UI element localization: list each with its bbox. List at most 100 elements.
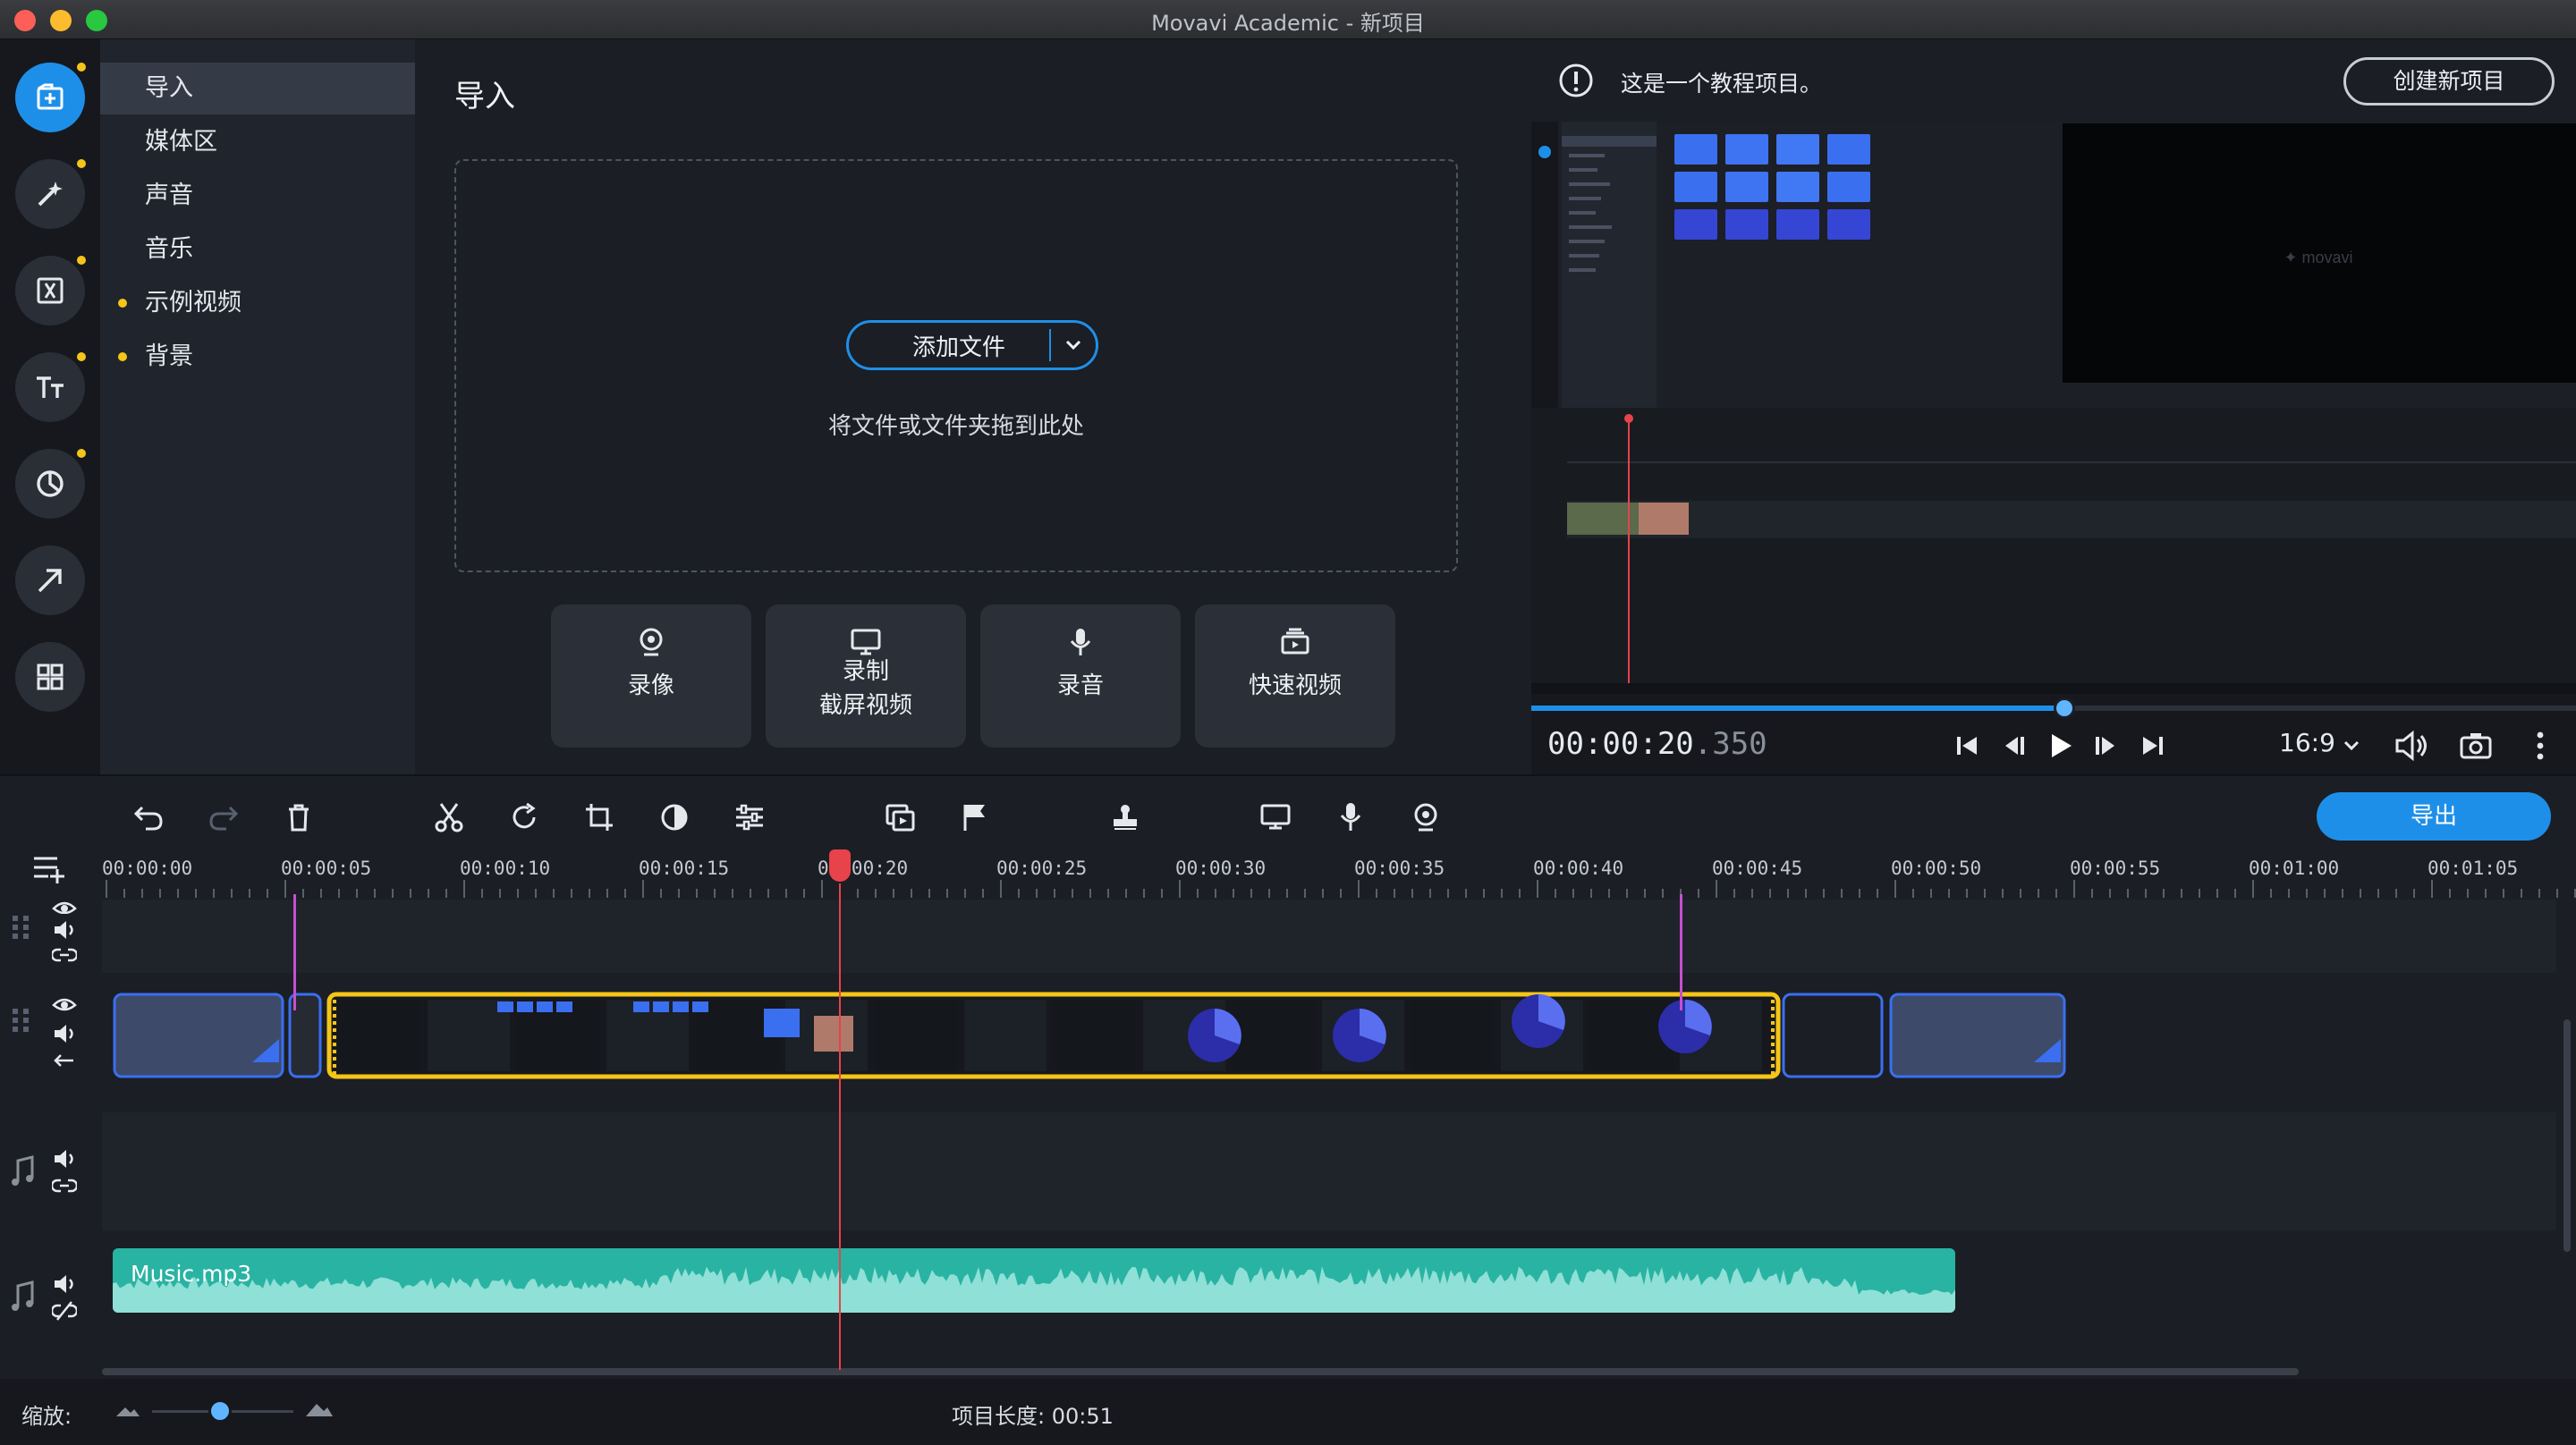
more-tools-button[interactable] [15,642,85,712]
record-audio-button[interactable]: 录音 [980,604,1181,748]
skip-to-start-icon[interactable] [1950,729,1984,763]
screen-capture-button[interactable]: 录制 截屏视频 [766,604,966,748]
drop-hint: 将文件或文件夹拖到此处 [827,413,1084,440]
time-ruler[interactable]: 00:00:00 00:00:05 00:00:10 00:00:15 00:00:20… [102,857,2576,900]
import-tool-button[interactable] [15,63,85,132]
redo-button[interactable] [204,798,243,837]
add-files-button[interactable]: 添加文件 [846,320,1098,370]
voiceover-button[interactable] [1331,798,1370,837]
marker-line [293,894,296,1010]
title-bar: Movavi Academic - 新项目 [0,0,2576,39]
zoom-label: 缩放: [21,1404,72,1429]
next-frame-icon[interactable] [2089,729,2123,763]
add-marker-button[interactable] [955,798,995,837]
clip-properties-button[interactable] [730,798,769,837]
add-track-icon[interactable] [30,849,70,885]
crop-button[interactable] [580,798,619,837]
timeline: 导出 00:00:00 00:00:05 00:00:10 00:00:15 00:00… [0,774,2576,1445]
tool-sidebar [0,39,100,774]
quick-video-icon [1281,628,1309,655]
info-icon [1559,63,1593,97]
ripple-icon[interactable] [52,1050,77,1071]
preview-scrubber[interactable] [1531,697,2576,719]
stamp-icon [1114,805,1137,830]
import-panel: 导入 添加文件 将文件或文件夹拖到此处 录像 录制 截屏视频 录音 快速视频 [415,39,1531,774]
stickers-icon [37,470,64,497]
create-new-project-button[interactable]: 创建新项目 [2343,57,2555,106]
volume-icon[interactable] [2392,726,2431,765]
rotate-button[interactable] [504,798,544,837]
panel-title: 导入 [454,79,515,114]
rotate-icon [513,802,536,829]
ruler-ticks: 00:00:00 00:00:05 00:00:10 00:00:15 00:00:20… [102,858,2576,898]
visibility-icon[interactable] [52,996,77,1014]
webcam-icon [1414,803,1437,832]
transitions-tool-button[interactable] [15,256,85,325]
nav-item-sounds[interactable]: 声音 [100,170,415,222]
aspect-ratio-select[interactable]: 16:9 [2279,728,2360,757]
timeline-horizontal-scrollbar[interactable] [102,1368,2299,1375]
stabilize-button[interactable] [880,798,919,837]
trash-icon [289,804,309,832]
nav-item-sample-videos[interactable]: 示例视频 [100,277,415,329]
import-icon [37,83,64,110]
mute-track-icon[interactable] [52,1148,77,1170]
ruler-tick-label: 00:01:05 [2428,858,2518,879]
export-button[interactable]: 导出 [2317,792,2551,841]
drag-handle-icon[interactable] [11,912,34,942]
split-button[interactable] [429,798,469,837]
playback-time: 00:00:20.350 [1547,726,1767,762]
audio-clip[interactable]: Music.mp3 [113,1248,1955,1313]
unlink-icon[interactable] [52,1300,77,1322]
mute-track-icon[interactable] [52,1273,77,1295]
timeline-vertical-scrollbar[interactable] [2563,1019,2571,1252]
quick-video-button[interactable]: 快速视频 [1195,604,1395,748]
ruler-tick-label: 00:00:10 [460,858,550,879]
effects-tool-button[interactable] [15,159,85,229]
tutorial-notice: 这是一个教程项目。 创建新项目 [1531,39,2576,122]
nav-item-import[interactable]: 导入 [100,63,415,114]
scissors-icon [435,803,463,832]
chevron-down-icon[interactable] [1051,339,1096,351]
play-icon[interactable] [2043,729,2077,763]
record-video-button[interactable]: 录像 [551,604,751,748]
music-note-icon [12,1280,34,1311]
more-options-icon[interactable] [2531,728,2549,764]
webcam-record-button[interactable] [1406,798,1445,837]
delete-button[interactable] [279,798,318,837]
stickers-tool-button[interactable] [15,449,85,519]
undo-button[interactable] [129,798,168,837]
stabilize-icon [886,804,915,832]
drop-zone[interactable]: 添加文件 将文件或文件夹拖到此处 [454,159,1458,572]
link-icon[interactable] [52,944,77,966]
callouts-icon [38,569,62,593]
drag-handle-icon[interactable] [11,1005,34,1035]
transition-clip[interactable] [1782,993,1884,1078]
import-category-list: 导入 媒体区 声音 音乐 示例视频 背景 [100,39,415,774]
title-clip[interactable] [1889,993,2066,1078]
visibility-icon[interactable] [52,900,77,914]
mute-track-icon[interactable] [52,919,77,941]
notice-text: 这是一个教程项目。 [1621,71,1823,97]
titles-tool-button[interactable] [15,352,85,422]
title-clip[interactable] [113,993,284,1078]
nav-item-media-bin[interactable]: 媒体区 [100,116,415,168]
nav-item-music[interactable]: 音乐 [100,224,415,275]
playhead-handle[interactable] [829,849,851,882]
audio-clip-name: Music.mp3 [131,1261,252,1287]
previous-frame-icon[interactable] [1996,729,2030,763]
more-tools-icon [37,663,64,690]
zoom-in-icon[interactable] [304,1399,335,1420]
watermark-button[interactable] [1106,798,1145,837]
mute-track-icon[interactable] [52,1023,77,1044]
screen-recording-button[interactable] [1256,798,1295,837]
snapshot-icon[interactable] [2458,728,2494,764]
skip-to-end-icon[interactable] [2136,729,2170,763]
callouts-tool-button[interactable] [15,545,85,615]
zoom-out-icon[interactable] [114,1400,141,1420]
zoom-slider-thumb[interactable] [208,1399,232,1423]
color-adjust-button[interactable] [655,798,694,837]
link-icon[interactable] [52,1175,77,1196]
nav-item-backgrounds[interactable]: 背景 [100,331,415,383]
video-clips[interactable] [102,985,2556,1100]
